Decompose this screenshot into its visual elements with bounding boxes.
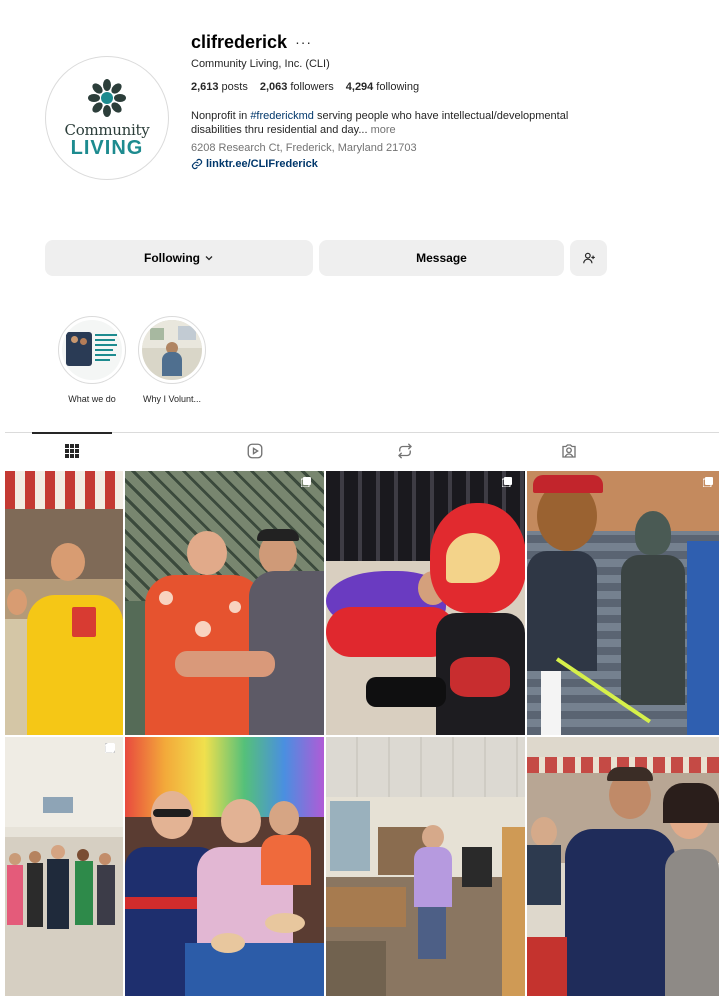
- tab-tagged[interactable]: [519, 433, 619, 469]
- username: clifrederick: [191, 31, 288, 52]
- username-row: clifrederick ···: [191, 30, 711, 54]
- highlight-label: What we do: [68, 394, 116, 404]
- profile-info: clifrederick ··· Community Living, Inc. …: [191, 30, 711, 171]
- carousel-icon: [301, 477, 311, 487]
- bio-prefix: Nonprofit in: [191, 110, 251, 122]
- tab-reels[interactable]: [205, 433, 305, 469]
- followers-count: 2,063: [259, 81, 288, 93]
- logo-text-community: Community: [64, 121, 150, 139]
- following-button-label: Following: [144, 251, 200, 265]
- post-thumbnail[interactable]: [527, 471, 719, 735]
- address: 6208 Research Ct, Frederick, Maryland 21…: [191, 142, 417, 154]
- highlight-label: Why I Volunt...: [142, 394, 202, 404]
- bio: Nonprofit in #frederickmd serving people…: [191, 109, 611, 137]
- following-button[interactable]: Following: [45, 240, 313, 276]
- chevron-down-icon: [205, 256, 213, 261]
- highlight-cover-ring: [138, 316, 206, 384]
- full-name: Community Living, Inc. (CLI): [191, 58, 330, 70]
- highlight-cover-ring: [58, 316, 126, 384]
- following-label: following: [376, 81, 420, 93]
- highlight-why-i-volunteer[interactable]: Why I Volunt...: [138, 316, 206, 404]
- external-link[interactable]: linktr.ee/CLIFrederick: [191, 158, 711, 170]
- post-thumbnail[interactable]: [5, 471, 123, 735]
- highlight-cover-image: [62, 320, 122, 380]
- highlight-cover-image: [142, 320, 202, 380]
- suggested-users-button[interactable]: [570, 240, 607, 276]
- tab-posts[interactable]: [32, 432, 112, 468]
- posts-grid: [5, 471, 719, 996]
- tab-reposts[interactable]: [355, 433, 455, 469]
- profile-tabs: [5, 432, 719, 468]
- highlight-what-we-do[interactable]: What we do: [58, 316, 126, 404]
- profile-page: Community LIVING clifrederick ··· Commun…: [0, 0, 719, 996]
- carousel-icon: [502, 477, 512, 487]
- repost-icon: [398, 443, 412, 459]
- profile-stats: 2,613 posts 2,063 followers 4,294 following: [191, 81, 711, 93]
- tagged-icon: [562, 444, 576, 458]
- more-horizontal-icon[interactable]: ···: [295, 35, 312, 49]
- message-button[interactable]: Message: [319, 240, 564, 276]
- add-user-icon: [582, 252, 595, 264]
- message-button-label: Message: [416, 251, 467, 265]
- posts-stat: 2,613 posts: [191, 81, 248, 93]
- profile-avatar[interactable]: Community LIVING: [45, 56, 169, 180]
- link-icon: [191, 158, 203, 170]
- followers-label: followers: [290, 81, 334, 93]
- bio-more-link[interactable]: more: [368, 124, 396, 136]
- followers-stat[interactable]: 2,063 followers: [260, 81, 334, 93]
- logo-text-living: LIVING: [70, 137, 144, 159]
- external-link-text: linktr.ee/CLIFrederick: [206, 158, 318, 170]
- reels-icon: [247, 443, 263, 459]
- following-count: 4,294: [345, 81, 374, 93]
- carousel-icon: [703, 477, 713, 487]
- posts-label: posts: [221, 81, 248, 93]
- following-stat[interactable]: 4,294 following: [346, 81, 419, 93]
- posts-count: 2,613: [191, 81, 219, 93]
- post-thumbnail[interactable]: [326, 737, 525, 996]
- post-thumbnail[interactable]: [125, 471, 324, 735]
- post-thumbnail[interactable]: [125, 737, 324, 996]
- post-thumbnail[interactable]: [527, 737, 719, 996]
- post-thumbnail[interactable]: [326, 471, 525, 735]
- grid-icon: [65, 444, 79, 458]
- post-thumbnail[interactable]: [5, 737, 123, 996]
- carousel-icon: [105, 743, 115, 753]
- flower-logo-icon: [88, 79, 126, 117]
- bio-hashtag-link[interactable]: #frederickmd: [250, 110, 314, 122]
